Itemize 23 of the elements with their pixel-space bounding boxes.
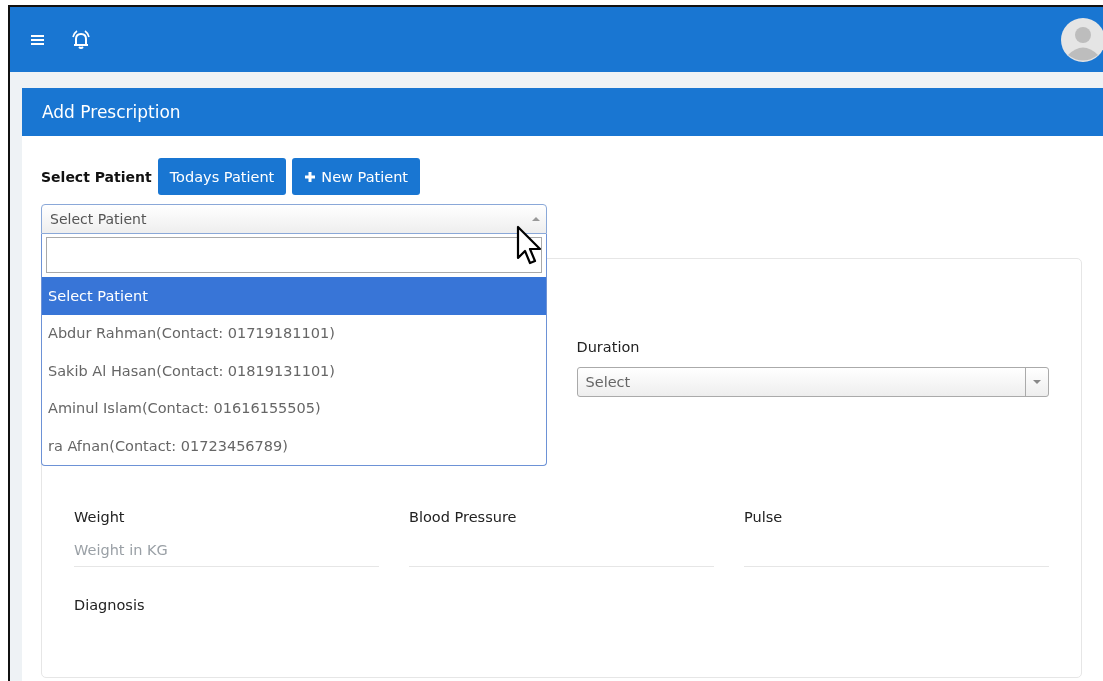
dropdown-option[interactable]: Select Patient [42, 277, 546, 315]
todays-patient-button[interactable]: Todays Patient [157, 158, 287, 195]
dropdown-option[interactable]: Aminul Islam(Contact: 01616155505) [42, 389, 546, 427]
dropdown-option[interactable]: Abdur Rahman(Contact: 01719181101) [42, 314, 546, 352]
dropdown-option[interactable]: Sakib Al Hasan(Contact: 01819131101) [42, 352, 546, 390]
search-field[interactable] [46, 237, 542, 273]
duration-select[interactable]: Select [576, 367, 1049, 397]
plus-icon [304, 170, 317, 183]
caret-up-icon [532, 216, 540, 222]
field-label: Weight [74, 509, 126, 525]
menu-icon[interactable] [30, 32, 46, 47]
field-label: Diagnosis [74, 597, 146, 613]
page-title: Add Prescription [42, 102, 181, 122]
field-label: Select Patient [41, 168, 152, 185]
field-label: Blood Pressure [409, 509, 518, 525]
field-label: Duration [576, 339, 641, 355]
dropdown-option[interactable]: ra Afnan(Contact: 01723456789) [42, 427, 546, 465]
caret-down-icon [1033, 379, 1041, 385]
avatar-icon[interactable] [1061, 17, 1103, 62]
field-label: Pulse [744, 509, 784, 525]
patient-select[interactable]: Select Patient [41, 204, 547, 234]
bell-icon[interactable] [70, 28, 92, 51]
new-patient-button[interactable]: New Patient [292, 158, 421, 195]
